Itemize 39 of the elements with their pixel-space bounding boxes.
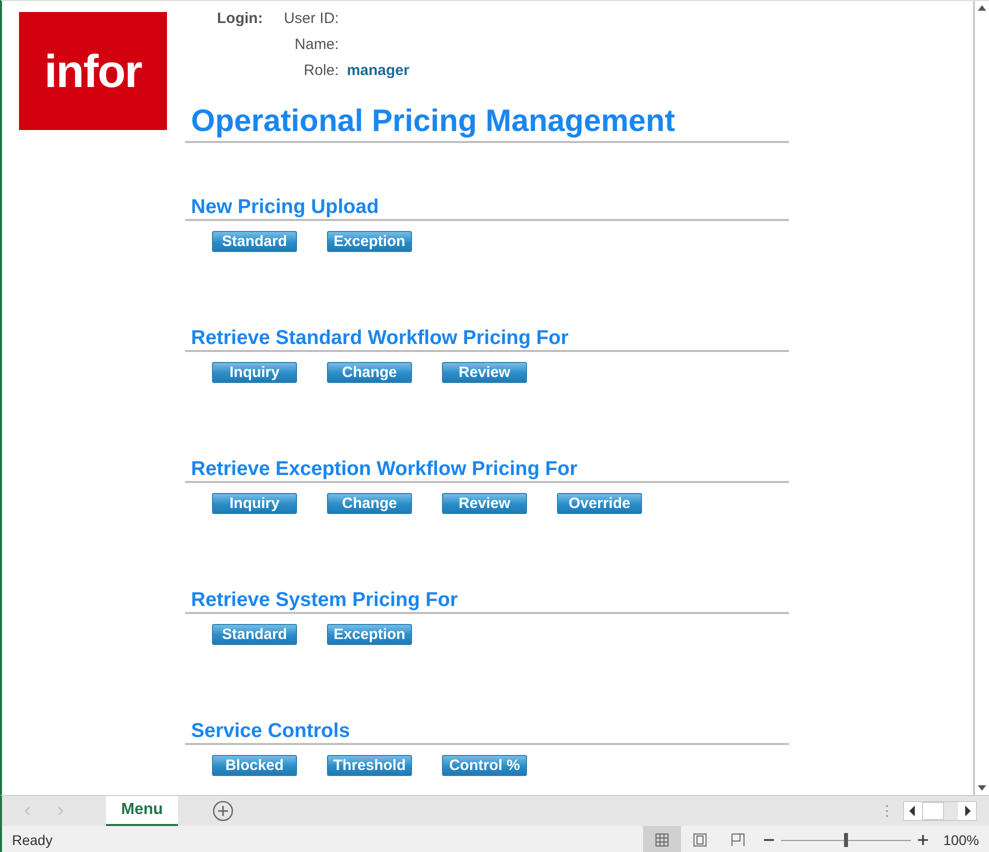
field-label: Role: <box>302 62 339 79</box>
action-button[interactable]: Exception <box>327 231 412 252</box>
view-button[interactable] <box>643 826 682 852</box>
page-layout-icon <box>693 832 708 846</box>
action-button[interactable]: Control % <box>442 755 527 776</box>
action-button[interactable]: Change <box>327 362 412 383</box>
section-heading: Retrieve Exception Workflow Pricing For <box>185 457 789 483</box>
section-heading: Retrieve System Pricing For <box>185 588 789 614</box>
sheet-tab[interactable]: Menu <box>106 796 178 826</box>
action-button[interactable]: Change <box>327 493 412 514</box>
add-sheet-icon[interactable] <box>212 800 234 822</box>
action-button[interactable]: Standard <box>212 231 297 252</box>
action-button[interactable]: Exception <box>327 624 412 645</box>
login-label: Login: <box>217 10 263 29</box>
section-heading: New Pricing Upload <box>185 195 789 221</box>
zoom-in-icon[interactable] <box>917 834 930 846</box>
action-button[interactable]: Review <box>442 362 527 383</box>
field-label: User ID: <box>282 10 339 27</box>
action-button[interactable]: Standard <box>212 624 297 645</box>
action-button[interactable]: Override <box>557 493 642 514</box>
logo: infor <box>19 12 167 130</box>
horizontal-scrollbar[interactable] <box>903 801 977 821</box>
action-button[interactable]: Inquiry <box>212 362 297 383</box>
grid-icon <box>655 832 670 846</box>
action-button[interactable]: Inquiry <box>212 493 297 514</box>
page-break-icon <box>731 832 746 846</box>
status-text: Ready <box>12 832 52 848</box>
page-title: Operational Pricing Management <box>185 103 789 143</box>
field-label: Name: <box>294 36 339 53</box>
zoom-slider-thumb[interactable] <box>844 832 848 846</box>
action-button[interactable]: Threshold <box>327 755 412 776</box>
vertical-scrollbar[interactable] <box>974 1 989 795</box>
action-button[interactable]: Review <box>442 493 527 514</box>
action-button[interactable]: Blocked <box>212 755 297 776</box>
section-heading: Retrieve Standard Workflow Pricing For <box>185 326 789 352</box>
field-value: manager <box>346 62 410 79</box>
zoom-slider[interactable] <box>781 832 912 846</box>
zoom-level: 100% <box>943 832 979 848</box>
section-heading: Service Controls <box>185 719 789 745</box>
